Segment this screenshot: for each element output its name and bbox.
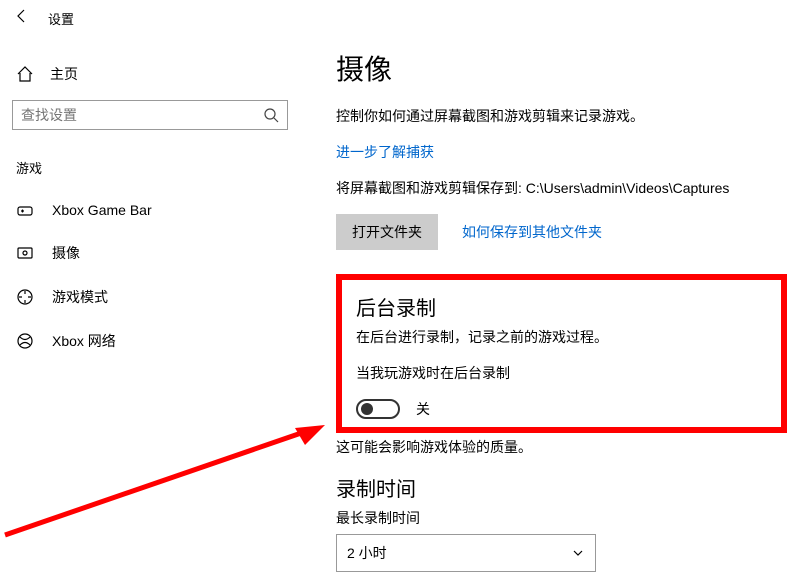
page-title: 摄像 [336, 48, 787, 88]
sidebar-category: 游戏 [12, 154, 288, 189]
xbox-network-icon [16, 332, 34, 350]
sidebar-home-label: 主页 [50, 64, 78, 84]
chevron-down-icon [571, 546, 585, 560]
record-time-heading: 录制时间 [336, 473, 787, 502]
dropdown-value: 2 小时 [347, 543, 387, 563]
background-record-toggle-label: 当我玩游戏时在后台录制 [356, 363, 767, 383]
max-record-time-dropdown[interactable]: 2 小时 [336, 534, 596, 572]
background-record-desc: 在后台进行录制，记录之前的游戏过程。 [356, 327, 767, 347]
sidebar-home[interactable]: 主页 [12, 56, 288, 100]
sidebar-item-label: 游戏模式 [52, 287, 108, 307]
max-record-time-label: 最长录制时间 [336, 508, 787, 528]
back-icon[interactable] [14, 8, 30, 29]
home-icon [16, 65, 34, 83]
annotation-arrow [0, 420, 340, 540]
sidebar-item-label: Xbox 网络 [52, 331, 116, 351]
captures-icon [16, 244, 34, 262]
save-other-folder-link[interactable]: 如何保存到其他文件夹 [462, 222, 602, 242]
game-mode-icon [16, 288, 34, 306]
search-input[interactable] [21, 107, 263, 123]
open-folder-button[interactable]: 打开文件夹 [336, 214, 438, 250]
window-title: 设置 [48, 9, 74, 28]
sidebar-item-label: Xbox Game Bar [52, 202, 152, 218]
highlight-box: 后台录制 在后台进行录制，记录之前的游戏过程。 当我玩游戏时在后台录制 关 [336, 274, 787, 433]
sidebar-item-game-mode[interactable]: 游戏模式 [12, 275, 288, 319]
background-record-toggle[interactable] [356, 399, 400, 419]
toggle-knob [361, 403, 373, 415]
background-record-heading: 后台录制 [356, 292, 767, 321]
page-description: 控制你如何通过屏幕截图和游戏剪辑来记录游戏。 [336, 106, 787, 126]
game-bar-icon [16, 201, 34, 219]
background-record-toggle-state: 关 [416, 399, 430, 419]
background-record-warning: 这可能会影响游戏体验的质量。 [336, 437, 787, 457]
search-icon [263, 107, 279, 123]
save-path-text: 将屏幕截图和游戏剪辑保存到: C:\Users\admin\Videos\Cap… [336, 178, 787, 198]
sidebar-item-captures[interactable]: 摄像 [12, 231, 288, 275]
learn-more-link[interactable]: 进一步了解捕获 [336, 142, 787, 162]
sidebar-item-xbox-game-bar[interactable]: Xbox Game Bar [12, 189, 288, 231]
sidebar-item-xbox-network[interactable]: Xbox 网络 [12, 319, 288, 363]
sidebar-item-label: 摄像 [52, 243, 80, 263]
search-input-wrap[interactable] [12, 100, 288, 130]
